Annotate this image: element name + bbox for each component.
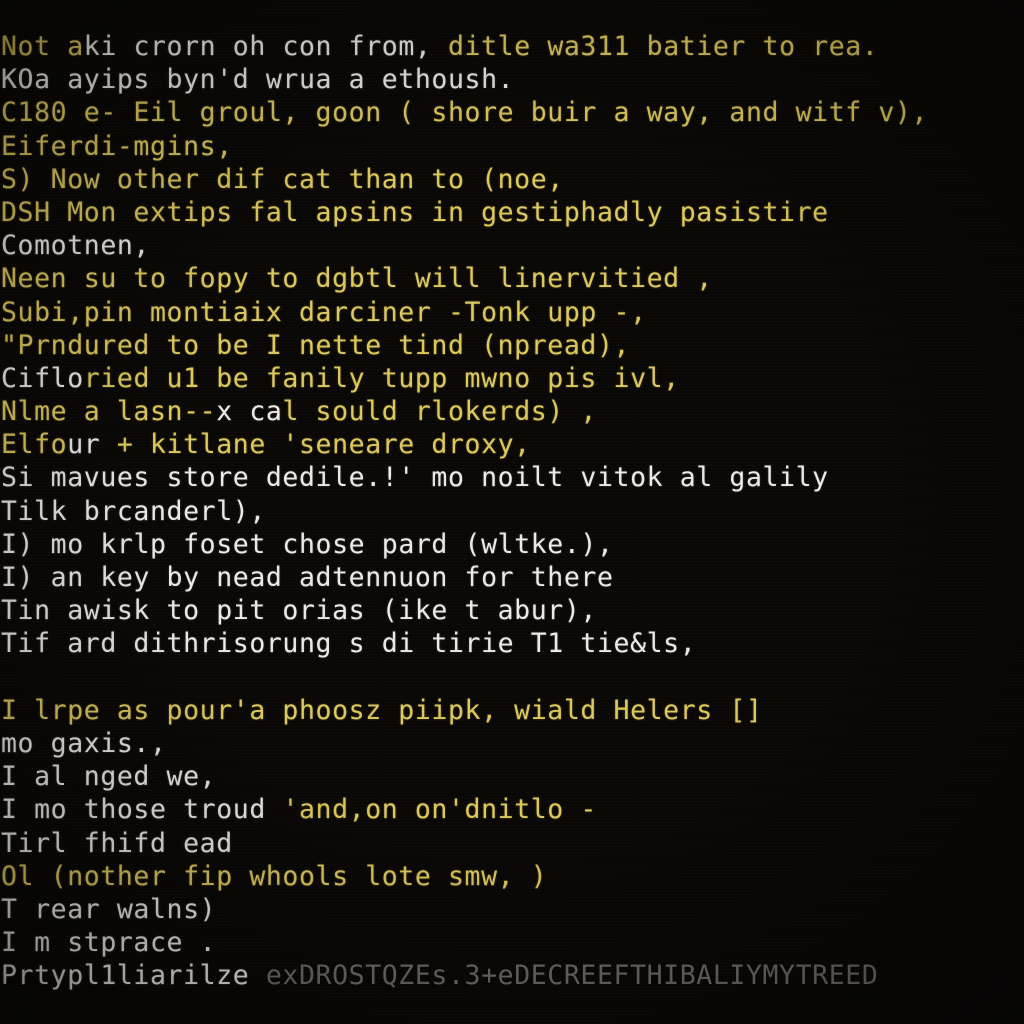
terminal-line: I al nged we, (0, 760, 1024, 793)
terminal-line-segment: Subi,pin montiaix darciner -Tonk upp -, (1, 296, 647, 328)
terminal-line: Comotnen, (0, 229, 1024, 262)
terminal-line-segment: + kitlane 'seneare droxy, (100, 429, 531, 461)
terminal-line: mo gaxis., (0, 727, 1024, 760)
terminal-line: Cifloried u1 be fanily tupp mwno pis ivl… (0, 362, 1024, 395)
terminal-line: I m stprace . (0, 926, 1024, 959)
terminal-line-segment: I al nged we, (1, 761, 217, 793)
terminal-line-segment: Si mavues store dedile.!' mo noilt vitok… (1, 462, 829, 494)
terminal-line-segment: Tif ard dithrisorung s di tirie T1 tie&l… (1, 628, 697, 660)
terminal-line-segment: Eiferdi-mgins, (1, 130, 233, 162)
terminal-line-segment: 'and,on on'dnitlo - (282, 794, 597, 826)
terminal-line: Elfour + kitlane 'seneare droxy, (0, 428, 1024, 461)
terminal-line-segment: Not a (1, 31, 84, 62)
terminal-line-segment: l sould rlokerds) , (282, 396, 597, 428)
terminal-line-segment: ditle wa311 batier to rea. (448, 31, 879, 62)
terminal-line-segment: Ciflo (1, 362, 84, 394)
terminal-line-segment: ried u1 be fanily tupp mwno pis ivl, (83, 362, 680, 394)
terminal-line-segment: Tirl fhifd ead (1, 827, 233, 859)
terminal-line: Tif ard dithrisorung s di tirie T1 tie&l… (0, 627, 1024, 660)
terminal-line: Neen su to fopy to dgbtl will linervitie… (0, 262, 1024, 295)
terminal-line-segment: mo gaxis., (1, 727, 167, 759)
terminal-line-segment: DSH Mon extips fal apsins in gestiphadly… (1, 196, 829, 228)
terminal-line: Tilk brcanderl), (0, 495, 1024, 528)
terminal-line: I mo those troud 'and,on on'dnitlo - (0, 793, 1024, 826)
terminal-line-segment: housh. (414, 64, 515, 96)
terminal-line-segment: mo (50, 528, 84, 560)
terminal-line-segment: I m stprace . (1, 927, 217, 959)
terminal-line: Tin awisk to pit orias (ike t abur), (0, 594, 1024, 627)
terminal-line-segment: Tin awisk to pit orias (ike t abur), (1, 595, 597, 627)
terminal-line: I) an key by nead adtennuon for there (0, 561, 1024, 594)
terminal-line-segment: ur (67, 429, 101, 461)
terminal-line-segment: C180 e- Eil groul, goon ( shore buir a w… (1, 97, 929, 129)
terminal-line-segment: Nlme a lasn-- (1, 396, 217, 428)
terminal-line: "Prndured to be I nette tind (npread), (0, 329, 1024, 362)
terminal-line: S) Now other dif cat than to (noe, (0, 163, 1024, 196)
terminal-line-segment: exDROSTQZEs.3+eDECREEFTHIBALIYMYTREED (265, 960, 879, 992)
terminal-line-segment: n oh con from, (199, 31, 448, 62)
terminal-line-segment: T rear walns) (1, 893, 217, 925)
terminal-line-segment: krlp foset chose pard (wltke.), (83, 528, 614, 560)
terminal-line: Not aki crorn oh con from, ditle wa311 b… (0, 30, 1024, 63)
terminal-line-segment: "Prndured to be I nette tind (npread), (1, 329, 631, 361)
terminal-line-segment: I) an key by nead adtennuon for there (1, 562, 614, 593)
terminal-line: Tirl fhifd ead (0, 827, 1024, 860)
terminal-line-segment: Comotnen, (1, 230, 150, 262)
terminal-line: Si mavues store dedile.!' mo noilt vitok… (0, 461, 1024, 494)
terminal-line-segment: I mo those troud (1, 794, 283, 826)
terminal-output-lines: Not aki crorn oh con from, ditle wa311 b… (0, 30, 1024, 992)
terminal-line-segment: ki cror (83, 31, 200, 62)
terminal-line: DSH Mon extips fal apsins in gestiphadly… (0, 196, 1024, 229)
terminal-line-segment: KOa ayips byn'd (1, 64, 266, 96)
terminal-line-segment: Ol (nother fip whools lote smw, ) (1, 860, 548, 892)
terminal-line-segment: I) (1, 528, 51, 560)
terminal-line-segment: S) Now other dif cat than to (noe, (1, 163, 564, 195)
terminal-line-segment: Elfo (1, 429, 68, 461)
terminal-line-segment: Neen su to fopy to dgbtl will linervitie… (1, 263, 713, 295)
terminal-line: I) mo krlp foset chose pard (wltke.), (0, 528, 1024, 561)
terminal-line: Nlme a lasn--x cal sould rlokerds) , (0, 395, 1024, 428)
terminal-line: T rear walns) (0, 893, 1024, 926)
terminal-line-segment: Prtypl1liarilze (1, 960, 266, 992)
terminal-line-segment: x ca (216, 396, 283, 428)
terminal-line: Eiferdi-mgins, (0, 130, 1024, 163)
terminal-line: Ol (nother fip whools lote smw, ) (0, 860, 1024, 893)
terminal-line: C180 e- Eil groul, goon ( shore buir a w… (0, 96, 1024, 129)
terminal-line-segment: Tilk brcanderl), (1, 495, 266, 527)
terminal-line: Prtypl1liarilze exDROSTQZEs.3+eDECREEFTH… (0, 959, 1024, 992)
terminal-line: KOa ayips byn'd wrua a ethoush. (0, 63, 1024, 96)
terminal-line: Subi,pin montiaix darciner -Tonk upp -, (0, 296, 1024, 329)
terminal-line-segment: wrua a et (265, 64, 415, 96)
terminal-line-segment: I lrpe as pour'a phoosz piipk, wiald Hel… (1, 694, 763, 726)
terminal-line: I lrpe as pour'a phoosz piipk, wiald Hel… (0, 694, 1024, 727)
terminal-window[interactable]: Not aki crorn oh con from, ditle wa311 b… (0, 0, 1024, 1024)
